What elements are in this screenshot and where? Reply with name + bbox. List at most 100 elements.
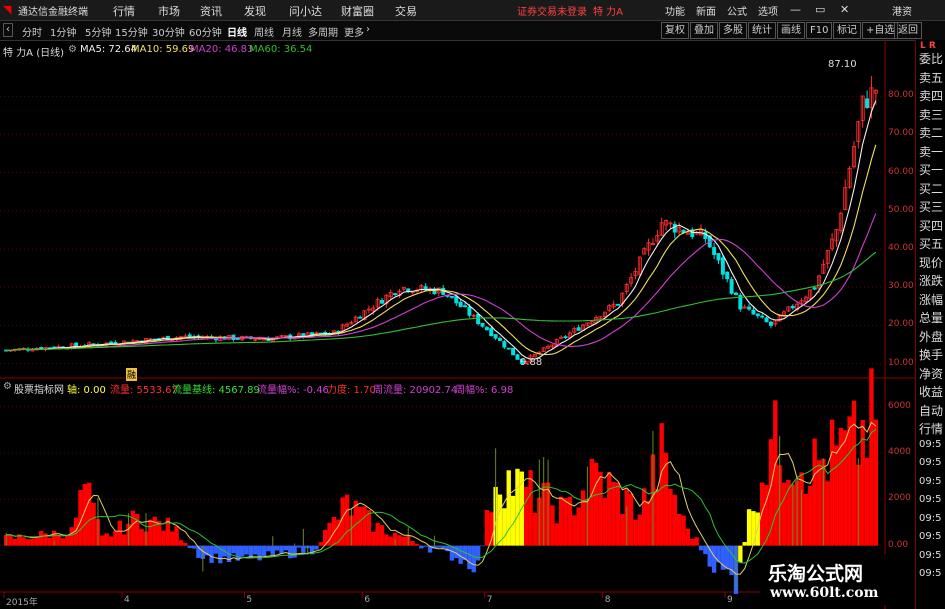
volume-bar — [602, 497, 608, 546]
volume-bar — [379, 525, 385, 546]
volume-bar — [711, 545, 717, 573]
candle-body — [74, 342, 79, 347]
high-price-label: 87.10 — [828, 59, 857, 70]
side-panel-item[interactable]: 自动 — [919, 402, 943, 419]
side-panel-item[interactable]: 行情 — [919, 420, 943, 437]
side-panel-item[interactable]: 09:5 — [919, 550, 941, 561]
side-panel-item[interactable]: 09:5 — [919, 568, 941, 579]
volume-bar — [873, 419, 878, 546]
side-panel-item[interactable]: 买三 — [919, 198, 943, 215]
volume-bar — [419, 545, 424, 549]
volume-bar — [318, 542, 324, 546]
volume-bar — [384, 534, 389, 546]
side-panel-item[interactable]: 买一 — [919, 161, 943, 178]
volume-bar — [834, 445, 839, 546]
volume-bar — [139, 529, 144, 546]
side-panel-item[interactable]: 涨跌 — [919, 272, 943, 289]
price-tick-label: 50.00 — [888, 204, 914, 215]
volume-bar — [615, 482, 621, 546]
volume-bar — [611, 481, 616, 546]
volume-bar — [506, 470, 511, 546]
candle-body — [458, 301, 463, 308]
candle-body — [502, 341, 507, 348]
side-panel-item[interactable]: 卖四 — [919, 87, 943, 104]
volume-tick-label: 0.00 — [888, 539, 909, 550]
volume-bar — [170, 531, 175, 546]
price-volume-chart[interactable] — [0, 0, 915, 609]
side-panel-item[interactable]: 外盘 — [919, 328, 943, 345]
volume-bar — [414, 543, 420, 546]
side-panel-item[interactable]: 委比 — [919, 50, 943, 67]
candle-body — [790, 305, 795, 309]
side-panel-item[interactable]: 09:5 — [919, 439, 941, 450]
side-panel-item[interactable]: 09:5 — [919, 494, 941, 505]
volume-bar — [397, 535, 402, 546]
volume-bar — [864, 457, 870, 546]
volume-bar — [646, 501, 651, 546]
volume-bar — [117, 520, 122, 546]
volume-bar — [8, 534, 13, 546]
candle-body — [764, 317, 769, 323]
side-panel-item[interactable]: 09:5 — [919, 457, 941, 468]
volume-bar — [183, 542, 188, 546]
volume-bar — [91, 502, 96, 546]
price-tick-label: 10.00 — [888, 357, 914, 368]
volume-bar — [401, 536, 407, 546]
side-panel-item[interactable]: 收益 — [919, 383, 943, 400]
volume-bar — [676, 513, 682, 546]
side-panel-item[interactable]: 总量 — [919, 309, 943, 326]
price-tick-label: 40.00 — [888, 242, 914, 253]
side-panel-item[interactable]: 现价 — [919, 254, 943, 271]
side-panel-item[interactable]: 09:5 — [919, 513, 941, 524]
volume-bar — [563, 498, 568, 546]
volume-bar — [187, 545, 192, 548]
volume-bar — [668, 488, 673, 546]
candle-body — [576, 327, 581, 331]
ma5-line — [6, 100, 877, 360]
volume-bar — [598, 471, 603, 546]
candle-body — [109, 341, 114, 344]
candle-body — [358, 316, 363, 319]
candle-body — [493, 334, 498, 339]
candle-body — [235, 338, 240, 340]
volume-bar — [47, 537, 53, 546]
candle-body — [751, 309, 756, 315]
time-tick-label: 8 — [604, 595, 611, 605]
volume-bar — [121, 534, 127, 546]
side-panel-item[interactable]: 买四 — [919, 217, 943, 234]
candle-body — [511, 347, 516, 356]
price-tick-label: 20.00 — [888, 319, 914, 330]
candle-body — [480, 322, 485, 327]
side-panel-item[interactable]: 涨幅 — [919, 291, 943, 308]
side-panel-item[interactable]: 买五 — [919, 235, 943, 252]
volume-bar — [497, 494, 503, 546]
price-tick-label: 70.00 — [888, 128, 914, 139]
volume-bar — [808, 485, 813, 546]
candle-body — [310, 332, 315, 335]
side-panel-item[interactable]: 卖五 — [919, 69, 943, 86]
side-panel-item[interactable]: 换手 — [919, 346, 943, 363]
side-panel-item[interactable]: 09:5 — [919, 476, 941, 487]
volume-bar — [270, 545, 275, 557]
volume-bar — [152, 516, 157, 546]
side-panel-item[interactable]: 09:5 — [919, 531, 941, 542]
volume-bar — [239, 545, 245, 557]
side-panel-item[interactable]: 卖三 — [919, 106, 943, 123]
volume-bar — [471, 545, 476, 573]
volume-bar — [279, 545, 284, 554]
volume-bar — [580, 490, 586, 546]
volume-bar — [812, 438, 817, 546]
volume-bar — [366, 510, 372, 546]
volume-bar — [135, 513, 140, 546]
volume-bar — [742, 542, 747, 546]
side-panel-item[interactable]: 卖二 — [919, 124, 943, 141]
side-panel-item[interactable]: 买二 — [919, 180, 943, 197]
side-panel-item[interactable]: 卖一 — [919, 143, 943, 160]
candle-body — [262, 338, 266, 341]
volume-bar — [825, 481, 830, 546]
volume-bar — [803, 493, 809, 546]
side-panel-item[interactable]: 净资 — [919, 365, 943, 382]
volume-tick-label: 2000 — [888, 493, 911, 504]
volume-bar — [760, 482, 765, 546]
volume-bar — [620, 514, 625, 546]
